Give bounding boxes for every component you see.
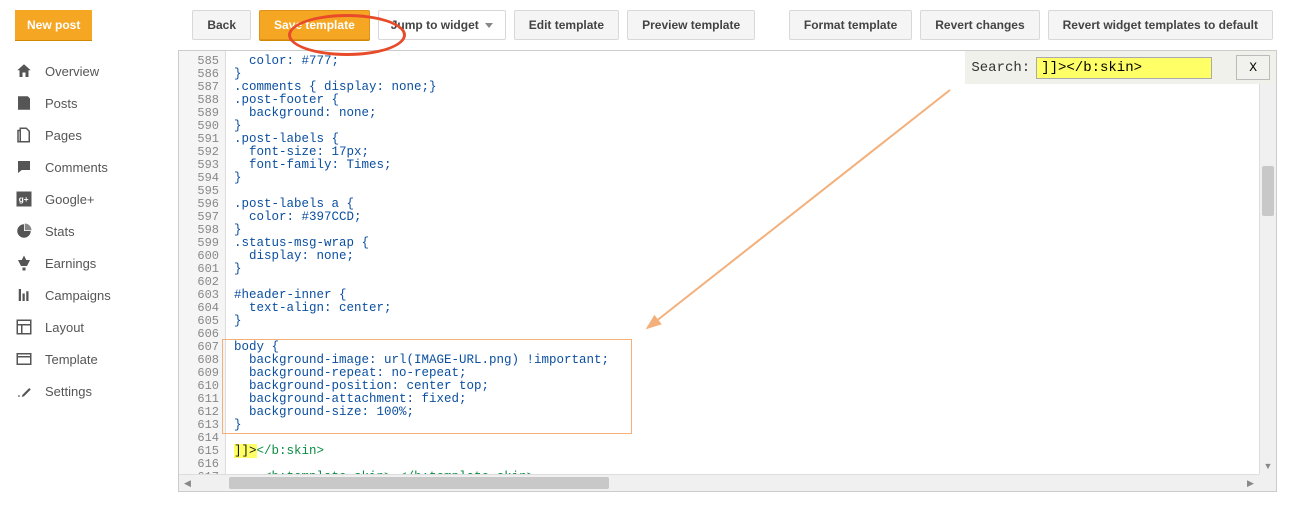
editor-wrap: 585 586 587 588 589 590 591 592 593 594 … — [178, 50, 1277, 492]
sidebar-item-label: Campaigns — [45, 288, 111, 303]
layout-icon — [15, 318, 33, 336]
jump-to-widget-dropdown[interactable]: Jump to widget — [378, 10, 506, 40]
sidebar-item-earnings[interactable]: Earnings — [0, 247, 175, 279]
search-input[interactable] — [1036, 57, 1212, 79]
scroll-thumb-v[interactable] — [1262, 166, 1274, 216]
home-icon — [15, 62, 33, 80]
main-area: Overview Posts Pages Comments g+Google+ … — [0, 50, 1291, 492]
svg-text:g+: g+ — [19, 195, 29, 204]
posts-icon — [15, 94, 33, 112]
horizontal-scrollbar[interactable]: ◀ ▶ — [179, 474, 1259, 491]
toolbar-left-group: Back Save template Jump to widget Edit t… — [192, 10, 755, 40]
save-template-button[interactable]: Save template — [259, 10, 370, 40]
new-post-button[interactable]: New post — [15, 10, 92, 40]
sidebar-item-label: Stats — [45, 224, 75, 239]
code-area[interactable]: color: #777; } .comments { display: none… — [226, 51, 1276, 491]
settings-icon — [15, 382, 33, 400]
stats-icon — [15, 222, 33, 240]
edit-template-button[interactable]: Edit template — [514, 10, 619, 40]
sidebar-item-google-plus[interactable]: g+ Google+ — [0, 183, 175, 215]
search-close-button[interactable]: X — [1236, 55, 1270, 80]
sidebar-item-label: Google+ — [45, 192, 95, 207]
jump-to-widget-label: Jump to widget — [391, 18, 479, 32]
format-template-button[interactable]: Format template — [789, 10, 912, 40]
sidebar-item-settings[interactable]: Settings — [0, 375, 175, 407]
revert-changes-button[interactable]: Revert changes — [920, 10, 1039, 40]
sidebar-item-stats[interactable]: Stats — [0, 215, 175, 247]
search-bar: Search: X — [965, 51, 1276, 84]
sidebar-item-label: Earnings — [45, 256, 96, 271]
sidebar-item-label: Overview — [45, 64, 99, 79]
scroll-corner — [1259, 474, 1276, 491]
scroll-down-icon[interactable]: ▼ — [1260, 457, 1276, 474]
sidebar-item-label: Template — [45, 352, 98, 367]
back-button[interactable]: Back — [192, 10, 251, 40]
pages-icon — [15, 126, 33, 144]
campaigns-icon — [15, 286, 33, 304]
sidebar-item-label: Pages — [45, 128, 82, 143]
sidebar-item-template[interactable]: Template — [0, 343, 175, 375]
sidebar-item-layout[interactable]: Layout — [0, 311, 175, 343]
preview-template-button[interactable]: Preview template — [627, 10, 755, 40]
toolbar: New post Back Save template Jump to widg… — [0, 0, 1291, 50]
scroll-thumb-h[interactable] — [229, 477, 609, 489]
scroll-left-icon[interactable]: ◀ — [179, 475, 196, 491]
sidebar-item-posts[interactable]: Posts — [0, 87, 175, 119]
vertical-scrollbar[interactable]: ▲ ▼ — [1259, 51, 1276, 474]
sidebar-item-label: Settings — [45, 384, 92, 399]
sidebar-item-pages[interactable]: Pages — [0, 119, 175, 151]
sidebar-item-overview[interactable]: Overview — [0, 55, 175, 87]
code-editor[interactable]: 585 586 587 588 589 590 591 592 593 594 … — [178, 50, 1277, 492]
sidebar-item-campaigns[interactable]: Campaigns — [0, 279, 175, 311]
search-label: Search: — [971, 60, 1030, 76]
sidebar-item-label: Layout — [45, 320, 84, 335]
scroll-right-icon[interactable]: ▶ — [1242, 475, 1259, 491]
template-icon — [15, 350, 33, 368]
toolbar-right-group: Format template Revert changes Revert wi… — [789, 10, 1273, 40]
sidebar-item-label: Posts — [45, 96, 78, 111]
sidebar: Overview Posts Pages Comments g+Google+ … — [0, 50, 175, 492]
earnings-icon — [15, 254, 33, 272]
gplus-icon: g+ — [15, 190, 33, 208]
sidebar-item-label: Comments — [45, 160, 108, 175]
line-gutter: 585 586 587 588 589 590 591 592 593 594 … — [179, 51, 226, 491]
sidebar-item-comments[interactable]: Comments — [0, 151, 175, 183]
chevron-down-icon — [485, 23, 493, 28]
revert-widget-button[interactable]: Revert widget templates to default — [1048, 10, 1273, 40]
comments-icon — [15, 158, 33, 176]
